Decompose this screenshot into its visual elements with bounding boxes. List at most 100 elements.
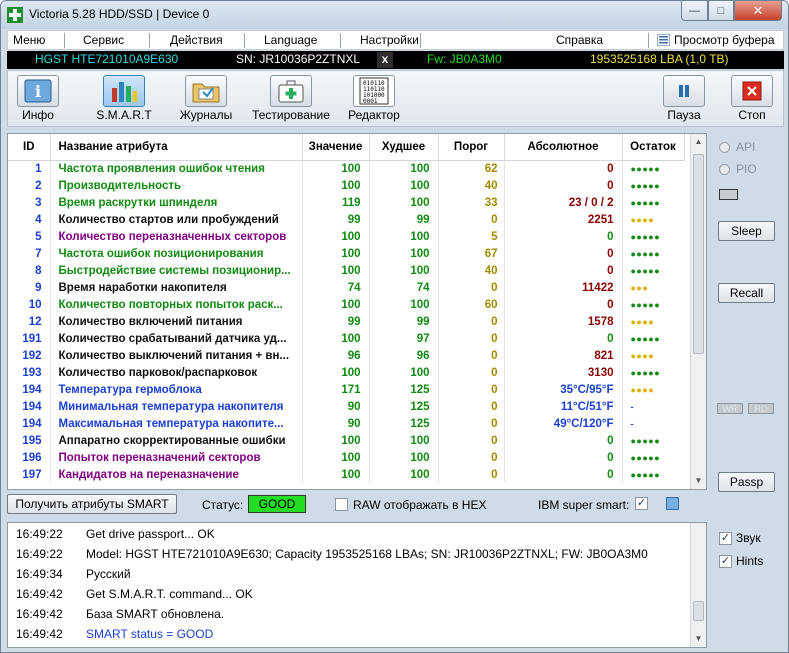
attr-worst: 97 (369, 330, 439, 347)
table-row[interactable]: 192 Количество выключений питания + вн...… (8, 347, 684, 364)
menu-separator (244, 33, 245, 48)
raw-hex-check-box[interactable] (335, 498, 348, 512)
attr-id: 191 (8, 330, 51, 347)
attr-remaining: - (630, 418, 634, 429)
table-row[interactable]: 7 Частота ошибок позиционирования 100 100 67… (8, 245, 684, 262)
table-row[interactable]: 8 Быстродействие системы позиционир... 100… (8, 262, 684, 279)
color-swatch[interactable] (666, 497, 679, 510)
log-scroll-down-icon[interactable]: ▼ (691, 631, 706, 647)
menu-item-help[interactable]: Справка (556, 33, 603, 47)
attr-name: Количество выключений питания + вн... (50, 347, 303, 364)
passport-button[interactable]: Passp (718, 472, 775, 492)
buffer-view-item[interactable]: Просмотр буфера (657, 33, 775, 47)
maximize-button[interactable]: □ (708, 1, 734, 21)
pause-icon (663, 75, 705, 107)
api-radio[interactable]: API (719, 140, 755, 154)
pio-radio[interactable]: PIO (719, 162, 757, 176)
menu-item-actions[interactable]: Действия (170, 33, 223, 47)
header-worst[interactable]: Худшее (369, 134, 439, 161)
scroll-up-arrow-icon[interactable]: ▲ (691, 134, 706, 150)
attr-id: 2 (8, 177, 51, 194)
attr-absolute: 11422 (504, 279, 623, 296)
tests-button-label: Тестирование (252, 108, 330, 122)
pause-button[interactable]: Пауза (662, 75, 706, 122)
attr-absolute: 821 (504, 347, 623, 364)
table-row[interactable]: 10 Количество повторных попыток раск... 10… (8, 296, 684, 313)
pause-button-label: Пауза (667, 108, 701, 122)
table-row[interactable]: 191 Количество срабатываний датчика уд...… (8, 330, 684, 347)
header-threshold[interactable]: Порог (438, 134, 505, 161)
attr-worst: 96 (369, 347, 439, 364)
logs-button[interactable]: Журналы (178, 75, 234, 122)
attr-value: 100 (302, 466, 370, 483)
menu-item-service[interactable]: Сервис (83, 33, 124, 47)
table-row[interactable]: 194 Минимальная температура накопителя 90 1… (8, 398, 684, 415)
logs-button-label: Журналы (179, 108, 233, 122)
table-row[interactable]: 195 Аппаратно скорректированные ошибки 100… (8, 432, 684, 449)
attr-name: Количество срабатываний датчика уд... (50, 330, 303, 347)
table-row[interactable]: 5 Количество переназначенных секторов 100 1… (8, 228, 684, 245)
log-scrollbar[interactable]: ▼ (690, 523, 706, 647)
smart-attributes-table[interactable]: ID Название атрибута Значение Худшее Пор… (7, 133, 707, 490)
table-row[interactable]: 193 Количество парковок/распарковок 100 100… (8, 364, 684, 381)
menu-item-language[interactable]: Language (264, 33, 317, 47)
menu-item-menu[interactable]: Меню (13, 33, 45, 47)
table-row[interactable]: 194 Температура гермоблока 171 125 0 35°C/95°… (8, 381, 684, 398)
recall-button[interactable]: Recall (718, 283, 775, 303)
table-row[interactable]: 4 Количество стартов или пробуждений 99 99 0… (8, 211, 684, 228)
table-row[interactable]: 196 Попыток переназначений секторов 100 100… (8, 449, 684, 466)
raw-hex-checkbox[interactable] (335, 497, 348, 512)
table-scroll-thumb[interactable] (693, 154, 704, 354)
ibm-smart-checkbox[interactable]: ✓ (635, 497, 648, 510)
attr-remaining: ●●●●● (630, 452, 661, 463)
get-smart-button[interactable]: Получить атрибуты SMART (7, 494, 177, 514)
close-window-button[interactable]: ✕ (734, 1, 782, 21)
attr-id: 195 (8, 432, 51, 449)
attr-remaining: ●●●● (630, 316, 655, 327)
hints-checkbox[interactable]: ✓ (719, 554, 732, 568)
minimize-button[interactable]: — (681, 1, 708, 21)
attr-value: 100 (302, 262, 370, 279)
menu-item-settings[interactable]: Настройки (360, 33, 419, 47)
toolbar: i Инфо S.M.A.R.T Журналы Тестирование 01… (7, 70, 784, 127)
status-label: Статус: (202, 498, 244, 512)
tests-button[interactable]: Тестирование (250, 75, 332, 122)
header-absolute[interactable]: Абсолютное (504, 134, 623, 161)
device-model: HGST HTE721010A9E630 (35, 52, 179, 66)
close-device-button[interactable]: x (377, 52, 393, 68)
attr-absolute: 0 (504, 262, 623, 279)
stop-button[interactable]: Стоп (730, 75, 774, 122)
table-row[interactable]: 1 Частота проявления ошибок чтения 100 100 6… (8, 160, 684, 177)
smart-button[interactable]: S.M.A.R.T (93, 75, 155, 122)
table-scrollbar[interactable]: ▲ ▼ (690, 134, 706, 489)
info-button[interactable]: i Инфо (14, 75, 62, 122)
attr-threshold: 0 (438, 398, 505, 415)
sound-checkbox[interactable]: ✓ (719, 531, 732, 545)
log-panel[interactable]: 16:49:22 Get drive passport... OK 16:49:22… (7, 522, 707, 648)
table-row[interactable]: 12 Количество включений питания 99 99 0 1578 ●… (8, 313, 684, 330)
log-scroll-thumb[interactable] (693, 601, 704, 621)
hints-option[interactable]: ✓ Hints (719, 554, 763, 568)
header-id[interactable]: ID (8, 134, 51, 161)
table-row[interactable]: 194 Максимальная температура накопите... 9… (8, 415, 684, 432)
header-remaining[interactable]: Остаток (622, 134, 685, 161)
side-panel: API PIO Sleep Recall WR RD Passp (711, 131, 784, 516)
scroll-down-arrow-icon[interactable]: ▼ (691, 473, 706, 489)
header-name[interactable]: Название атрибута (50, 134, 303, 161)
sound-option[interactable]: ✓ Звук (719, 531, 761, 545)
editor-button[interactable]: 010110 110110 101000 0001 Редактор (344, 75, 404, 122)
table-row[interactable]: 9 Время наработки накопителя 74 74 0 11422 ●●● (8, 279, 684, 296)
attr-name: Количество переназначенных секторов (50, 228, 303, 245)
table-row[interactable]: 3 Время раскрутки шпинделя 119 100 33 23 / 0 … (8, 194, 684, 211)
table-row[interactable]: 197 Кандидатов на переназначение 100 100 0 0 ●… (8, 466, 684, 483)
table-row[interactable]: 2 Производительность 100 100 40 0 ●●●●● (8, 177, 684, 194)
attr-absolute: 0 (504, 245, 623, 262)
menu-separator (340, 33, 341, 48)
attr-absolute: 49°C/120°F (504, 415, 623, 432)
attr-id: 7 (8, 245, 51, 262)
title-bar[interactable]: Victoria 5.28 HDD/SSD | Device 0 — □ ✕ (1, 1, 788, 29)
header-value[interactable]: Значение (302, 134, 370, 161)
attr-id: 192 (8, 347, 51, 364)
attr-absolute: 0 (504, 466, 623, 483)
sleep-button[interactable]: Sleep (718, 221, 775, 241)
